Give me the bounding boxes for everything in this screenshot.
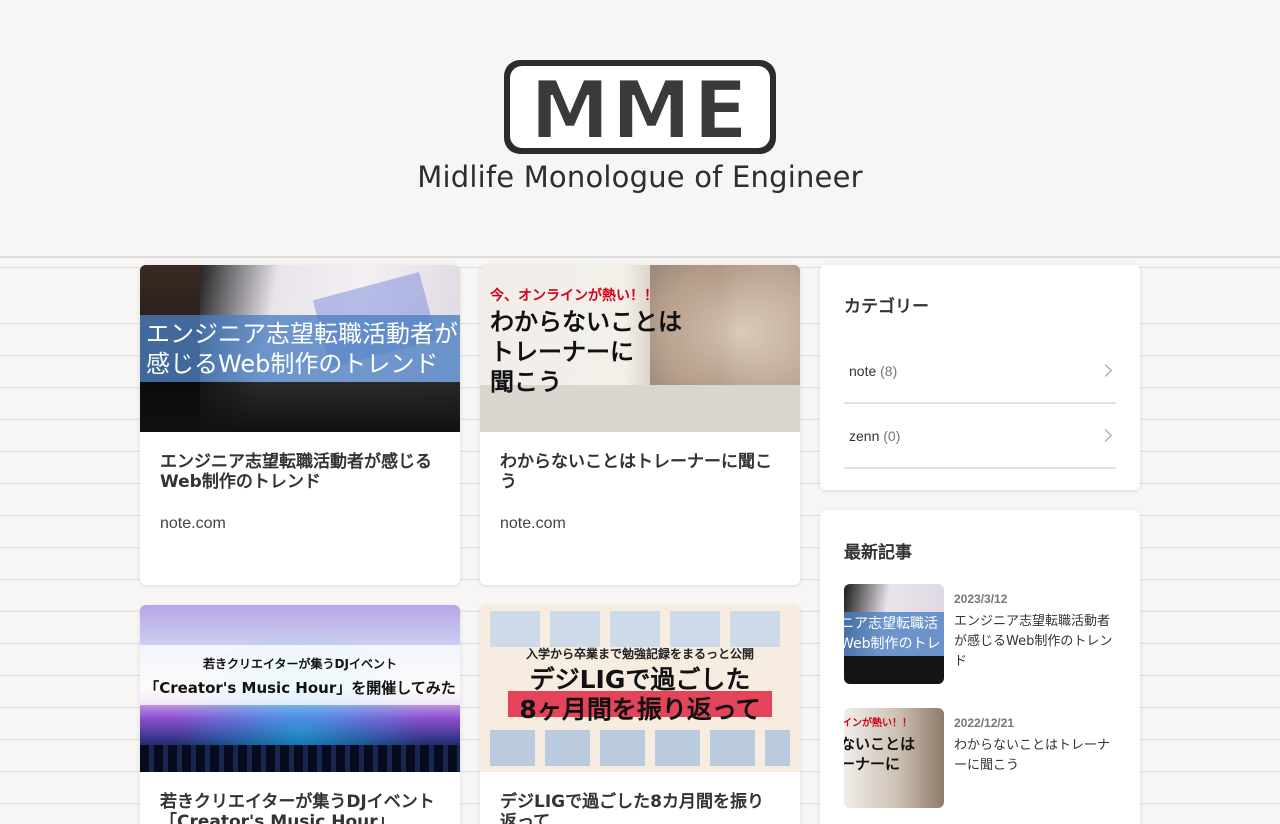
- thumb-overlay-line: トレーナーに: [490, 338, 634, 366]
- thumb-overlay-line: 聞こう: [490, 368, 562, 396]
- post-title[interactable]: デジLIGで過ごした8カ月間を振り返って: [500, 792, 780, 824]
- thumb-overlay-line: 感じるWeb制作のトレンド: [146, 350, 439, 378]
- thumb-overlay-line: ーナーに: [844, 755, 901, 773]
- thumb-overlay: 「Creator's Music Hour」を開催してみた: [144, 679, 456, 697]
- thumb-overlay-line: ないことは: [844, 735, 916, 753]
- recent-posts-widget: 最新記事 ニア志望転職活 Web制作のトレ 2023/3/12 エンジニア志望転…: [820, 510, 1140, 824]
- thumb-badge: 今、オンラインが熱い！！: [490, 288, 658, 304]
- post-card[interactable]: 今、オンラインが熱い！！ わからないことは トレーナーに 聞こう わからないこと…: [480, 265, 800, 585]
- post-title[interactable]: エンジニア志望転職活動者が感じるWeb制作のトレンド: [160, 452, 440, 492]
- logo-letters: MME: [530, 64, 750, 156]
- category-count: (0): [883, 428, 901, 444]
- site-logo[interactable]: MME: [502, 58, 778, 156]
- thumb-subtitle: 若きクリエイターが集うDJイベント: [203, 657, 397, 671]
- post-thumbnail: 今、オンラインが熱い！！ わからないことは トレーナーに 聞こう: [480, 265, 800, 432]
- post-card[interactable]: 若きクリエイターが集うDJイベント 「Creator's Music Hour」…: [140, 605, 460, 824]
- recent-post-date: 2022/12/21: [954, 716, 1015, 730]
- post-thumbnail: 若きクリエイターが集うDJイベント 「Creator's Music Hour」…: [140, 605, 460, 772]
- category-item-note[interactable]: note (8): [844, 339, 1116, 404]
- post-source: note.com: [500, 515, 566, 532]
- recent-post-thumbnail: ニア志望転職活 Web制作のトレ: [844, 584, 944, 684]
- post-title[interactable]: 若きクリエイターが集うDJイベント「Creator's Music Hour」: [160, 792, 440, 824]
- post-thumbnail: 入学から卒業まで勉強記録をまるっと公開 デジLIGで過ごした 8ヶ月間を振り返っ…: [480, 605, 800, 772]
- category-item-zenn[interactable]: zenn (0): [844, 404, 1116, 469]
- thumb-overlay-line: Web制作のトレ: [844, 636, 941, 652]
- thumb-overlay-line: ニア志望転職活: [844, 616, 938, 632]
- thumb-badge: インが熱い！！: [844, 718, 912, 729]
- thumb-overlay-line: わからないことは: [490, 308, 682, 336]
- site-tagline: Midlife Monologue of Engineer: [417, 160, 863, 194]
- post-card[interactable]: 入学から卒業まで勉強記録をまるっと公開 デジLIGで過ごした 8ヶ月間を振り返っ…: [480, 605, 800, 824]
- chevron-right-icon: [1099, 364, 1112, 377]
- recent-post-item[interactable]: インが熱い！！ ないことは ーナーに 2022/12/21 わからないことはトレ…: [844, 708, 1116, 808]
- recent-post-date: 2023/3/12: [954, 592, 1008, 606]
- category-widget-title: カテゴリー: [844, 297, 929, 317]
- category-label: zenn (0): [849, 428, 901, 444]
- thumb-overlay-line: 8ヶ月間を振り返って: [519, 695, 761, 724]
- post-card[interactable]: エンジニア志望転職活動者が 感じるWeb制作のトレンド エンジニア志望転職活動者…: [140, 265, 460, 585]
- post-thumbnail: エンジニア志望転職活動者が 感じるWeb制作のトレンド: [140, 265, 460, 432]
- thumb-subtitle: 入学から卒業まで勉強記録をまるっと公開: [525, 647, 754, 661]
- category-widget: カテゴリー note (8) zenn (0): [820, 265, 1140, 490]
- thumb-overlay-line: エンジニア志望転職活動者が: [146, 320, 458, 348]
- post-source: note.com: [160, 515, 226, 532]
- recent-posts-title: 最新記事: [844, 543, 912, 563]
- recent-post-title[interactable]: エンジニア志望転職活動者が感じるWeb制作のトレンド: [954, 612, 1116, 672]
- recent-post-thumbnail: インが熱い！！ ないことは ーナーに: [844, 708, 944, 808]
- site-header: MME Midlife Monologue of Engineer: [0, 0, 1280, 258]
- category-label: note (8): [849, 363, 898, 379]
- post-title[interactable]: わからないことはトレーナーに聞こう: [500, 452, 780, 492]
- recent-post-item[interactable]: ニア志望転職活 Web制作のトレ 2023/3/12 エンジニア志望転職活動者が…: [844, 584, 1116, 684]
- chevron-right-icon: [1099, 429, 1112, 442]
- thumb-overlay-line: デジLIGで過ごした: [529, 665, 751, 694]
- category-count: (8): [880, 363, 898, 379]
- recent-post-title[interactable]: わからないことはトレーナーに聞こう: [954, 736, 1116, 776]
